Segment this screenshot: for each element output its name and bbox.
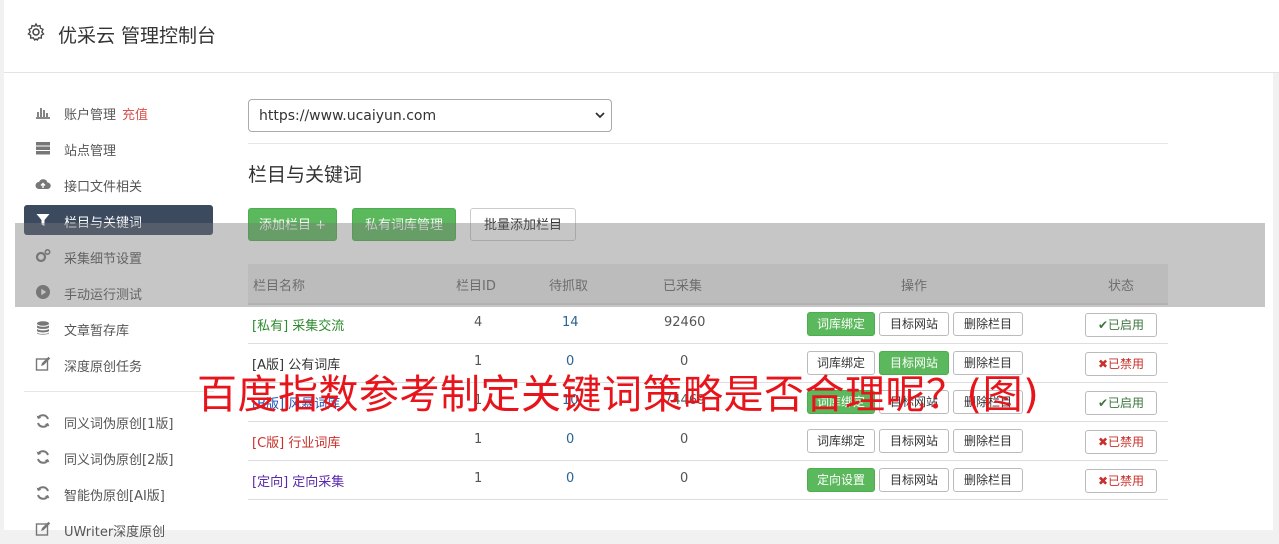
table-row: [私有] 采集交流 4 14 92460 词库绑定 目标网站 删除栏目 ✔已启用 — [248, 305, 1168, 344]
row-name-link[interactable]: 定向采集 — [292, 475, 344, 490]
recharge-link[interactable]: 充值 — [122, 108, 148, 123]
bar-chart-icon — [36, 108, 50, 119]
row-tag: [C版] — [252, 436, 285, 451]
sidebar-item-ai-original[interactable]: 智能伪原创[AI版] — [24, 478, 213, 508]
overlay-band — [15, 223, 1265, 307]
check-icon: ✔ — [1097, 318, 1109, 332]
check-icon: ✔ — [1097, 396, 1109, 410]
direct-settings-button[interactable]: 定向设置 — [807, 468, 875, 492]
status-label: 已启用 — [1108, 318, 1145, 332]
sidebar-item-synonym-v2[interactable]: 同义词伪原创[2版] — [24, 442, 213, 472]
close-icon: ✖ — [1097, 474, 1109, 488]
site-select-value: https://www.ucaiyun.com — [259, 108, 437, 124]
edit-icon — [35, 521, 51, 536]
table-row: [C版] 行业词库 1 0 0 词库绑定 目标网站 删除栏目 ✖已禁用 — [248, 422, 1168, 461]
page-title: 栏目与关键词 — [248, 164, 363, 186]
status-toggle[interactable]: ✔已启用 — [1085, 313, 1157, 337]
target-site-button[interactable]: 目标网站 — [879, 468, 949, 492]
sidebar-item-label: 站点管理 — [64, 144, 117, 159]
site-select[interactable]: https://www.ucaiyun.com — [248, 99, 612, 132]
sidebar-item-label: UWriter深度原创 — [64, 525, 166, 540]
database-icon — [37, 321, 49, 335]
sidebar-item-label: 同义词伪原创[2版] — [64, 453, 174, 468]
sidebar-item-interface[interactable]: 接口文件相关 — [24, 169, 213, 199]
refresh-icon — [36, 486, 50, 500]
server-icon — [36, 142, 50, 155]
sidebar-item-article-store[interactable]: 文章暂存库 — [24, 313, 213, 343]
target-site-button[interactable]: 目标网站 — [879, 312, 949, 336]
app-title: 优采云 管理控制台 — [58, 25, 217, 47]
divider — [248, 143, 1168, 144]
sidebar-item-uwriter[interactable]: UWriter深度原创 — [24, 514, 213, 544]
lexicon-bind-button[interactable]: 词库绑定 — [807, 312, 875, 336]
sidebar-item-label: 接口文件相关 — [64, 180, 143, 195]
row-collected: 0 — [680, 471, 689, 486]
row-id: 4 — [474, 315, 483, 330]
sidebar-item-label: 文章暂存库 — [64, 324, 130, 339]
sidebar-item-deep-original[interactable]: 深度原创任务 — [24, 349, 213, 379]
sidebar-item-sites[interactable]: 站点管理 — [24, 133, 213, 163]
close-icon: ✖ — [1097, 435, 1109, 449]
sidebar-item-label: 账户管理 — [64, 108, 117, 123]
chevron-down-icon — [595, 112, 605, 119]
status-toggle[interactable]: ✖已禁用 — [1085, 430, 1157, 454]
refresh-icon — [36, 450, 50, 464]
sidebar-item-label: 同义词伪原创[1版] — [64, 417, 174, 432]
status-toggle[interactable]: ✔已启用 — [1085, 391, 1157, 415]
target-site-button[interactable]: 目标网站 — [879, 429, 949, 453]
sidebar-divider — [24, 391, 214, 392]
top-header: 优采云 管理控制台 — [4, 0, 1279, 73]
row-collected: 0 — [680, 432, 689, 447]
status-label: 已禁用 — [1108, 435, 1145, 449]
delete-column-button[interactable]: 删除栏目 — [953, 429, 1023, 453]
close-icon: ✖ — [1097, 357, 1109, 371]
gear-icon — [27, 22, 45, 41]
row-pending[interactable]: 0 — [566, 471, 574, 486]
row-id: 1 — [474, 432, 483, 447]
row-pending[interactable]: 14 — [562, 315, 579, 330]
row-tag: [定向] — [252, 475, 289, 490]
sidebar-item-label: 智能伪原创[AI版] — [64, 489, 165, 504]
row-id: 1 — [474, 471, 483, 486]
row-pending[interactable]: 0 — [566, 432, 574, 447]
row-tag: [私有] — [252, 319, 289, 334]
row-name-link[interactable]: 行业词库 — [288, 436, 340, 451]
cloud-upload-icon — [35, 179, 51, 189]
overlay-headline: 百度指数参考制定关键词策略是否合理呢？(图) — [197, 372, 1040, 418]
status-toggle[interactable]: ✖已禁用 — [1085, 469, 1157, 493]
status-label: 已启用 — [1108, 396, 1145, 410]
refresh-icon — [36, 414, 50, 428]
table-row: [定向] 定向采集 1 0 0 定向设置 目标网站 删除栏目 ✖已禁用 — [248, 461, 1168, 500]
sidebar-item-label: 深度原创任务 — [64, 360, 143, 375]
delete-column-button[interactable]: 删除栏目 — [953, 312, 1023, 336]
row-collected: 92460 — [664, 315, 706, 330]
lexicon-bind-button[interactable]: 词库绑定 — [807, 429, 875, 453]
status-label: 已禁用 — [1108, 357, 1145, 371]
edit-icon — [35, 356, 51, 371]
sidebar-item-synonym-v1[interactable]: 同义词伪原创[1版] — [24, 406, 213, 436]
status-toggle[interactable]: ✖已禁用 — [1085, 352, 1157, 376]
sidebar-item-account[interactable]: 账户管理 充值 — [24, 97, 213, 127]
row-name-link[interactable]: 采集交流 — [292, 319, 344, 334]
delete-column-button[interactable]: 删除栏目 — [953, 468, 1023, 492]
status-label: 已禁用 — [1108, 474, 1145, 488]
